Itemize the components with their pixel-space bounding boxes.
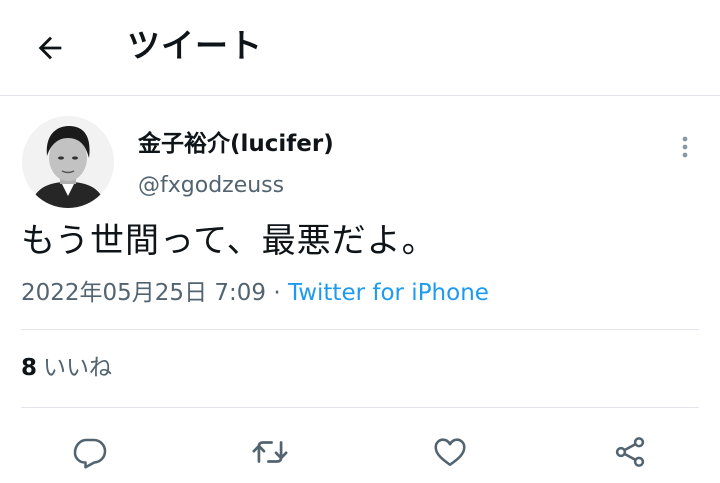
heart-icon: [434, 438, 466, 467]
avatar[interactable]: [22, 116, 114, 208]
share-button[interactable]: [608, 430, 652, 474]
more-vertical-icon: [682, 136, 688, 158]
divider: [21, 407, 699, 408]
meta-separator: ·: [273, 280, 281, 306]
retweet-icon: [252, 441, 288, 463]
tweet-timestamp[interactable]: 2022年05月25日 7:09: [21, 280, 266, 306]
share-icon: [615, 437, 645, 467]
back-button[interactable]: [28, 26, 72, 70]
reply-icon: [73, 438, 107, 469]
likes-label: いいね: [43, 355, 113, 381]
reply-button[interactable]: [68, 430, 112, 474]
arrow-left-icon: [38, 36, 62, 60]
author-display-name[interactable]: 金子裕介(lucifer): [138, 129, 334, 159]
like-button[interactable]: [428, 430, 472, 474]
likes-count: 8: [21, 355, 38, 381]
tweet-meta: 2022年05月25日 7:09 · Twitter for iPhone: [21, 277, 489, 309]
top-bar: ツイート: [0, 0, 720, 96]
page-title: ツイート: [127, 26, 263, 65]
author-handle[interactable]: @fxgodzeuss: [138, 172, 284, 200]
avatar-photo: [22, 116, 114, 208]
divider: [21, 329, 699, 330]
likes-stat[interactable]: 8 いいね: [21, 352, 112, 384]
retweet-button[interactable]: [248, 430, 292, 474]
tweet-text: もう世間って、最悪だよ。: [21, 221, 437, 261]
tweet-source-link[interactable]: Twitter for iPhone: [288, 280, 489, 306]
more-options-button[interactable]: [670, 132, 700, 162]
